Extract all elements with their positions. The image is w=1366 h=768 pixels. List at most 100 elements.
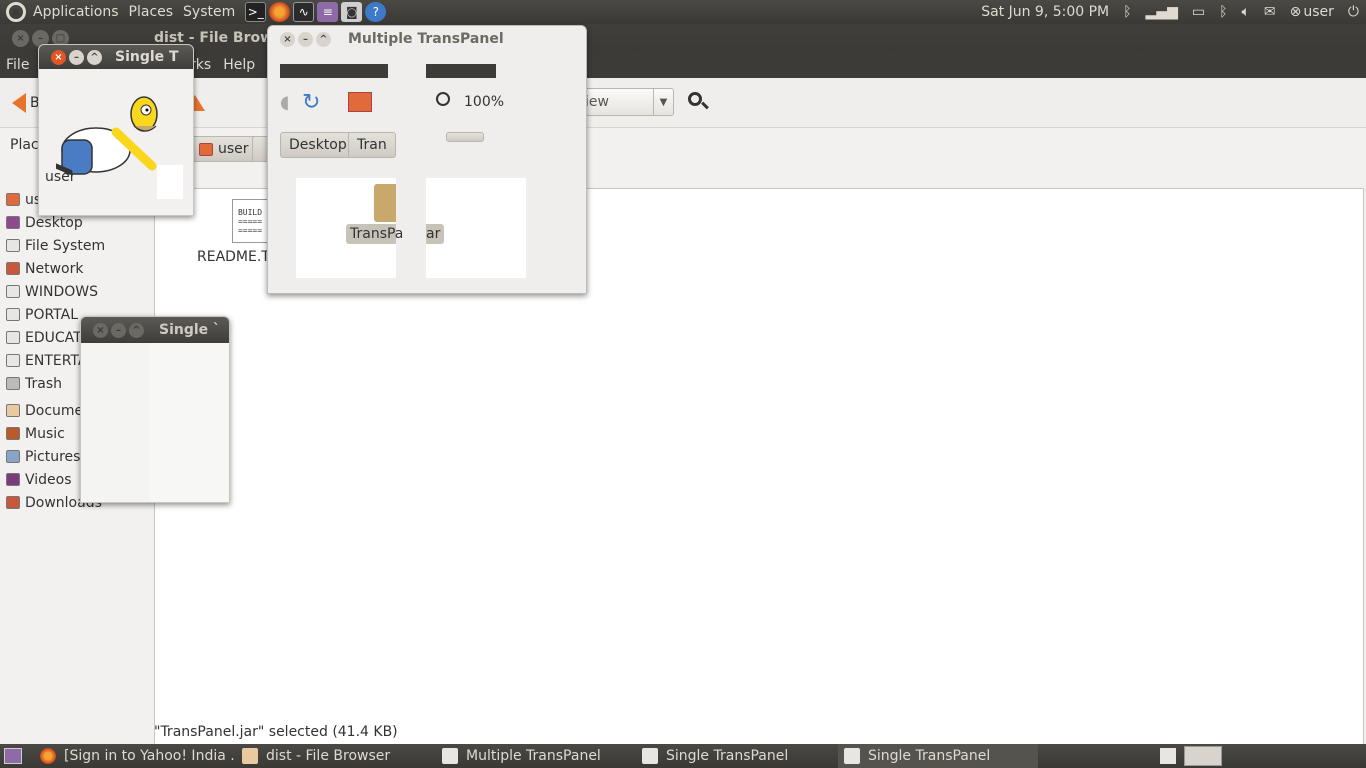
- drive-icon: [6, 285, 20, 298]
- sidebar-item-file-system[interactable]: File System: [0, 234, 148, 257]
- breadcrumb-desktop[interactable]: Desktop: [280, 132, 356, 158]
- reload-icon[interactable]: ↻: [302, 90, 320, 115]
- terminal-icon[interactable]: >_: [245, 2, 267, 22]
- firefox-icon: [40, 748, 56, 764]
- panel-2-file-area[interactable]: ar: [426, 178, 526, 278]
- search-icon[interactable]: [686, 90, 710, 114]
- drive-icon: [6, 308, 20, 321]
- system-menu[interactable]: System: [183, 4, 235, 20]
- trash-icon: [6, 377, 20, 390]
- menu-file[interactable]: File: [0, 57, 35, 73]
- bluetooth-icon[interactable]: ᛒ: [1219, 4, 1227, 20]
- firefox-icon[interactable]: [269, 2, 291, 22]
- sidebar-item-network[interactable]: Network: [0, 257, 148, 280]
- toolbar: Back ▼ rwar ▼ iew ▼: [0, 78, 1366, 128]
- volume-icon[interactable]: 🔈︎: [1242, 4, 1250, 20]
- close-icon[interactable]: ×: [93, 322, 108, 338]
- taskbar-item-browser[interactable]: [Sign in to Yahoo! India ...: [34, 744, 234, 768]
- sidebar-item-label: Network: [25, 260, 84, 277]
- pictures-folder-icon: [6, 450, 20, 463]
- bluetooth-icon[interactable]: ᛒ: [1123, 4, 1131, 20]
- drive-icon: [6, 239, 20, 252]
- sidebar-item-label: PORTAL: [25, 306, 79, 323]
- taskbar-item-single-transpanel-2[interactable]: Single TransPanel: [838, 744, 1038, 768]
- panel-1-file-area[interactable]: TransPa: [296, 178, 403, 278]
- minimize-icon[interactable]: –: [69, 49, 84, 65]
- bottom-panel: [Sign in to Yahoo! India ... dist - File…: [0, 744, 1366, 768]
- taskbar-label: dist - File Browser: [266, 748, 391, 764]
- text-file-icon: BUILD ===== =====: [232, 199, 268, 243]
- breadcrumb-user[interactable]: user: [190, 136, 258, 162]
- java-icon: [642, 748, 658, 764]
- battery-icon[interactable]: ▭: [1192, 4, 1205, 20]
- minimize-icon[interactable]: –: [111, 322, 126, 338]
- user-status-icon[interactable]: ⊗: [1290, 4, 1302, 20]
- user-name[interactable]: user: [1303, 4, 1334, 20]
- file-browser-titlebar[interactable]: × – □ dist - File Browser: [0, 24, 1366, 52]
- places-menu[interactable]: Places: [129, 4, 174, 20]
- stop-icon[interactable]: ◖: [280, 92, 289, 113]
- workspace-switcher[interactable]: [1184, 746, 1222, 766]
- location-bar: Places ▼ ◂ user: [0, 128, 1366, 164]
- window-title: Single `: [159, 322, 221, 338]
- close-icon[interactable]: ×: [51, 49, 66, 65]
- top-panel: Applications Places System >_ ∿ ≡ ◙ ? Sa…: [0, 0, 1366, 24]
- chevron-down-icon: ▼: [653, 89, 673, 115]
- help-icon[interactable]: ?: [365, 2, 387, 22]
- network-signal-icon[interactable]: ▂▄▆: [1146, 4, 1178, 20]
- music-folder-icon: [6, 427, 20, 440]
- file-browser-icon: [242, 748, 258, 764]
- desktop-icon: [6, 216, 20, 229]
- applications-menu[interactable]: Applications: [33, 4, 119, 20]
- multiple-transpanel-window[interactable]: × – ^ Multiple TransPanel ◖ ↻ Desktop Tr…: [267, 25, 587, 294]
- close-icon[interactable]: ×: [12, 29, 29, 47]
- show-desktop-icon[interactable]: [4, 748, 22, 764]
- single-transpanel-titlebar[interactable]: × – ^ Single T: [39, 45, 193, 69]
- maximize-icon[interactable]: ^: [129, 322, 144, 338]
- multiple-transpanel-titlebar[interactable]: × – ^ Multiple TransPanel: [268, 26, 586, 52]
- jar-package-icon: [374, 184, 396, 222]
- taskbar-label: Multiple TransPanel: [466, 748, 601, 764]
- home-icon: [199, 142, 213, 156]
- view-select[interactable]: iew ▼: [578, 88, 674, 116]
- menu-help[interactable]: Help: [217, 57, 261, 73]
- network-icon: [6, 262, 20, 275]
- window-title: Single T: [115, 49, 179, 65]
- home-icon[interactable]: [348, 92, 372, 112]
- downloads-folder-icon: [6, 496, 20, 509]
- view-select-label: iew: [585, 94, 609, 110]
- sidebar-item-windows[interactable]: WINDOWS: [0, 280, 148, 303]
- videos-folder-icon: [6, 473, 20, 486]
- taskbar-item-single-transpanel-1[interactable]: Single TransPanel: [636, 744, 836, 768]
- breadcrumb-transpanel[interactable]: Tran: [348, 132, 396, 158]
- screenshot-icon[interactable]: ◙: [341, 2, 363, 22]
- back-arrow-icon: [12, 92, 26, 113]
- single-transpanel-titlebar[interactable]: × – ^ Single `: [81, 317, 229, 343]
- sidebar-item-label: Videos: [25, 471, 72, 488]
- trash-applet-icon[interactable]: [1160, 748, 1176, 764]
- sidebar-item-label: WINDOWS: [25, 283, 98, 300]
- drive-icon: [6, 331, 20, 344]
- maximize-icon[interactable]: ^: [316, 31, 331, 47]
- breadcrumb-partial[interactable]: [446, 132, 484, 142]
- mail-icon[interactable]: ✉: [1264, 4, 1276, 20]
- close-icon[interactable]: ×: [280, 31, 295, 47]
- home-icon: [6, 193, 20, 206]
- java-icon: [442, 748, 458, 764]
- power-icon[interactable]: ⏻: [1348, 4, 1359, 20]
- window-title: Multiple TransPanel: [348, 31, 504, 47]
- text-editor-icon[interactable]: ≡: [317, 2, 339, 22]
- ubuntu-logo-icon[interactable]: [6, 2, 26, 22]
- taskbar-item-multiple-transpanel[interactable]: Multiple TransPanel: [436, 744, 636, 768]
- datetime[interactable]: Sat Jun 9, 5:00 PM: [981, 4, 1109, 20]
- system-monitor-icon[interactable]: ∿: [293, 2, 315, 22]
- single-transpanel-window-2[interactable]: × – ^ Single `: [80, 316, 230, 503]
- taskbar-item-file-browser[interactable]: dist - File Browser: [236, 744, 436, 768]
- maximize-icon[interactable]: ^: [87, 49, 102, 65]
- zoom-out-icon[interactable]: [436, 92, 450, 106]
- minimize-icon[interactable]: –: [298, 31, 313, 47]
- zoom-level[interactable]: 100%: [464, 94, 504, 110]
- taskbar-label: Single TransPanel: [666, 748, 789, 764]
- panel-1-menubar-strip: [280, 64, 388, 78]
- status-bar: "TransPanel.jar" selected (41.4 KB): [154, 724, 398, 740]
